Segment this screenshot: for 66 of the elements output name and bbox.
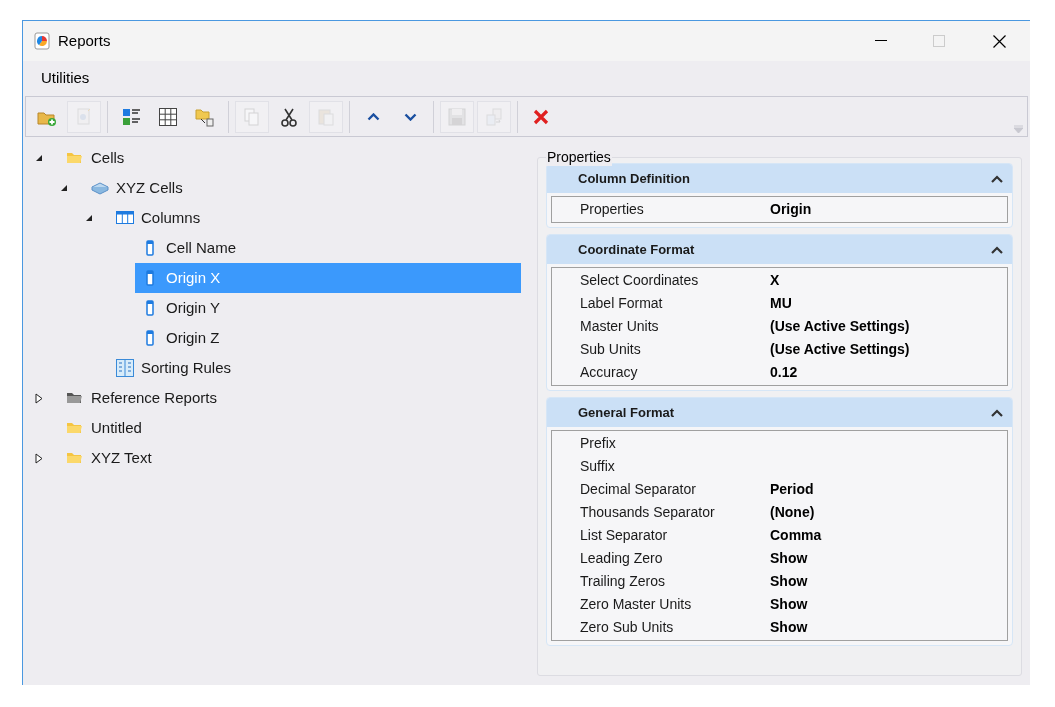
property-name: Decimal Separator	[580, 480, 697, 499]
property-name: Select Coordinates	[580, 271, 700, 290]
expanded-arrow-icon[interactable]	[60, 184, 68, 192]
tree-item[interactable]: Cell Name	[135, 233, 521, 263]
property-name: Properties	[580, 200, 645, 219]
property-name: Leading Zero	[580, 549, 664, 568]
property-name: Zero Sub Units	[580, 618, 675, 637]
tree-item[interactable]: Untitled	[60, 413, 521, 443]
cut-icon	[279, 106, 299, 127]
property-value[interactable]: 0.12	[770, 362, 798, 383]
tree-item[interactable]: Sorting Rules	[110, 353, 521, 383]
export-icon	[484, 106, 504, 127]
sort-icon	[116, 359, 134, 377]
property-name: Sub Units	[580, 340, 642, 359]
property-value[interactable]: (Use Active Settings)	[770, 339, 910, 360]
tree-item[interactable]: XYZ Cells	[85, 173, 521, 203]
property-value[interactable]: (Use Active Settings)	[770, 316, 910, 337]
menu-item[interactable]: Utilities	[39, 67, 92, 90]
grid-icon	[158, 106, 178, 127]
tree-item[interactable]: Cells	[60, 143, 521, 173]
tree-item[interactable]: Columns	[110, 203, 521, 233]
property-value[interactable]: Origin	[770, 199, 812, 220]
collapsed-arrow-icon[interactable]	[35, 392, 43, 404]
property-name: Suffix	[580, 457, 616, 476]
folder-link-icon	[195, 106, 215, 127]
window-title: Reports	[58, 30, 111, 51]
property-name: List Separator	[580, 526, 669, 545]
tree-item[interactable]: XYZ Text	[60, 443, 521, 473]
property-value[interactable]: MU	[770, 293, 792, 314]
property-value[interactable]: Show	[770, 617, 808, 638]
chevron-up-icon	[366, 112, 380, 121]
section-header[interactable]: General Format	[547, 398, 1012, 427]
property-value[interactable]: (None)	[770, 502, 815, 523]
section-header[interactable]: Column Definition	[547, 164, 1012, 193]
copy-icon	[242, 106, 262, 127]
property-name: Master Units	[580, 317, 660, 336]
close-icon[interactable]	[993, 34, 1006, 48]
chevron-down-icon	[403, 112, 417, 121]
collapse-icon[interactable]	[991, 174, 1003, 183]
save-icon	[447, 106, 467, 127]
property-name: Label Format	[580, 294, 664, 313]
tree-item[interactable]: Origin Y	[135, 293, 521, 323]
property-name: Zero Master Units	[580, 595, 693, 614]
group-title: Properties	[546, 148, 612, 166]
property-value[interactable]: Comma	[770, 525, 822, 546]
expanded-arrow-icon[interactable]	[85, 214, 93, 222]
collapse-icon[interactable]	[991, 408, 1003, 417]
property-value[interactable]: Period	[770, 479, 814, 500]
property-value[interactable]: Show	[770, 594, 808, 615]
tree-item[interactable]: Origin Z	[135, 323, 521, 353]
tree-item[interactable]: Reference Reports	[60, 383, 521, 413]
property-name: Accuracy	[580, 363, 639, 382]
property-name: Thousands Separator	[580, 503, 716, 522]
collapsed-arrow-icon[interactable]	[35, 452, 43, 464]
property-name: Trailing Zeros	[580, 572, 667, 591]
expanded-arrow-icon[interactable]	[35, 154, 43, 162]
section-header[interactable]: Coordinate Format	[547, 235, 1012, 264]
columns-icon	[116, 209, 134, 227]
list-icon	[121, 106, 141, 127]
property-name: Prefix	[580, 434, 617, 453]
property-value[interactable]: X	[770, 270, 780, 291]
app-icon	[34, 32, 50, 50]
collapse-icon[interactable]	[991, 245, 1003, 254]
property-value[interactable]: Show	[770, 571, 808, 592]
property-value[interactable]: Show	[770, 548, 808, 569]
minimize-icon[interactable]	[875, 40, 887, 42]
